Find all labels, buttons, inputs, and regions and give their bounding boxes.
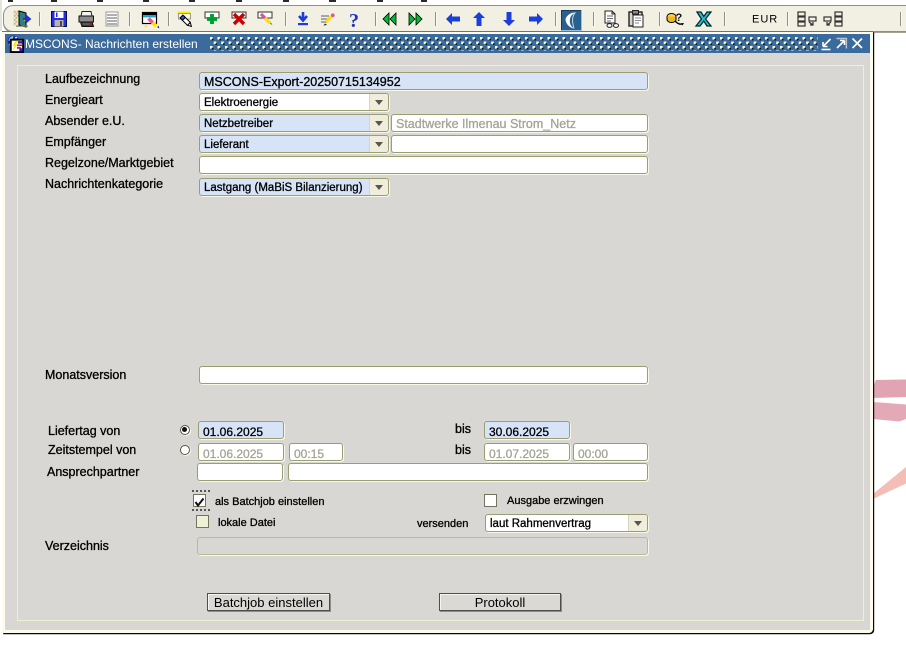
svg-text:EUR: EUR [752, 14, 778, 26]
svg-text:?: ? [349, 10, 359, 30]
